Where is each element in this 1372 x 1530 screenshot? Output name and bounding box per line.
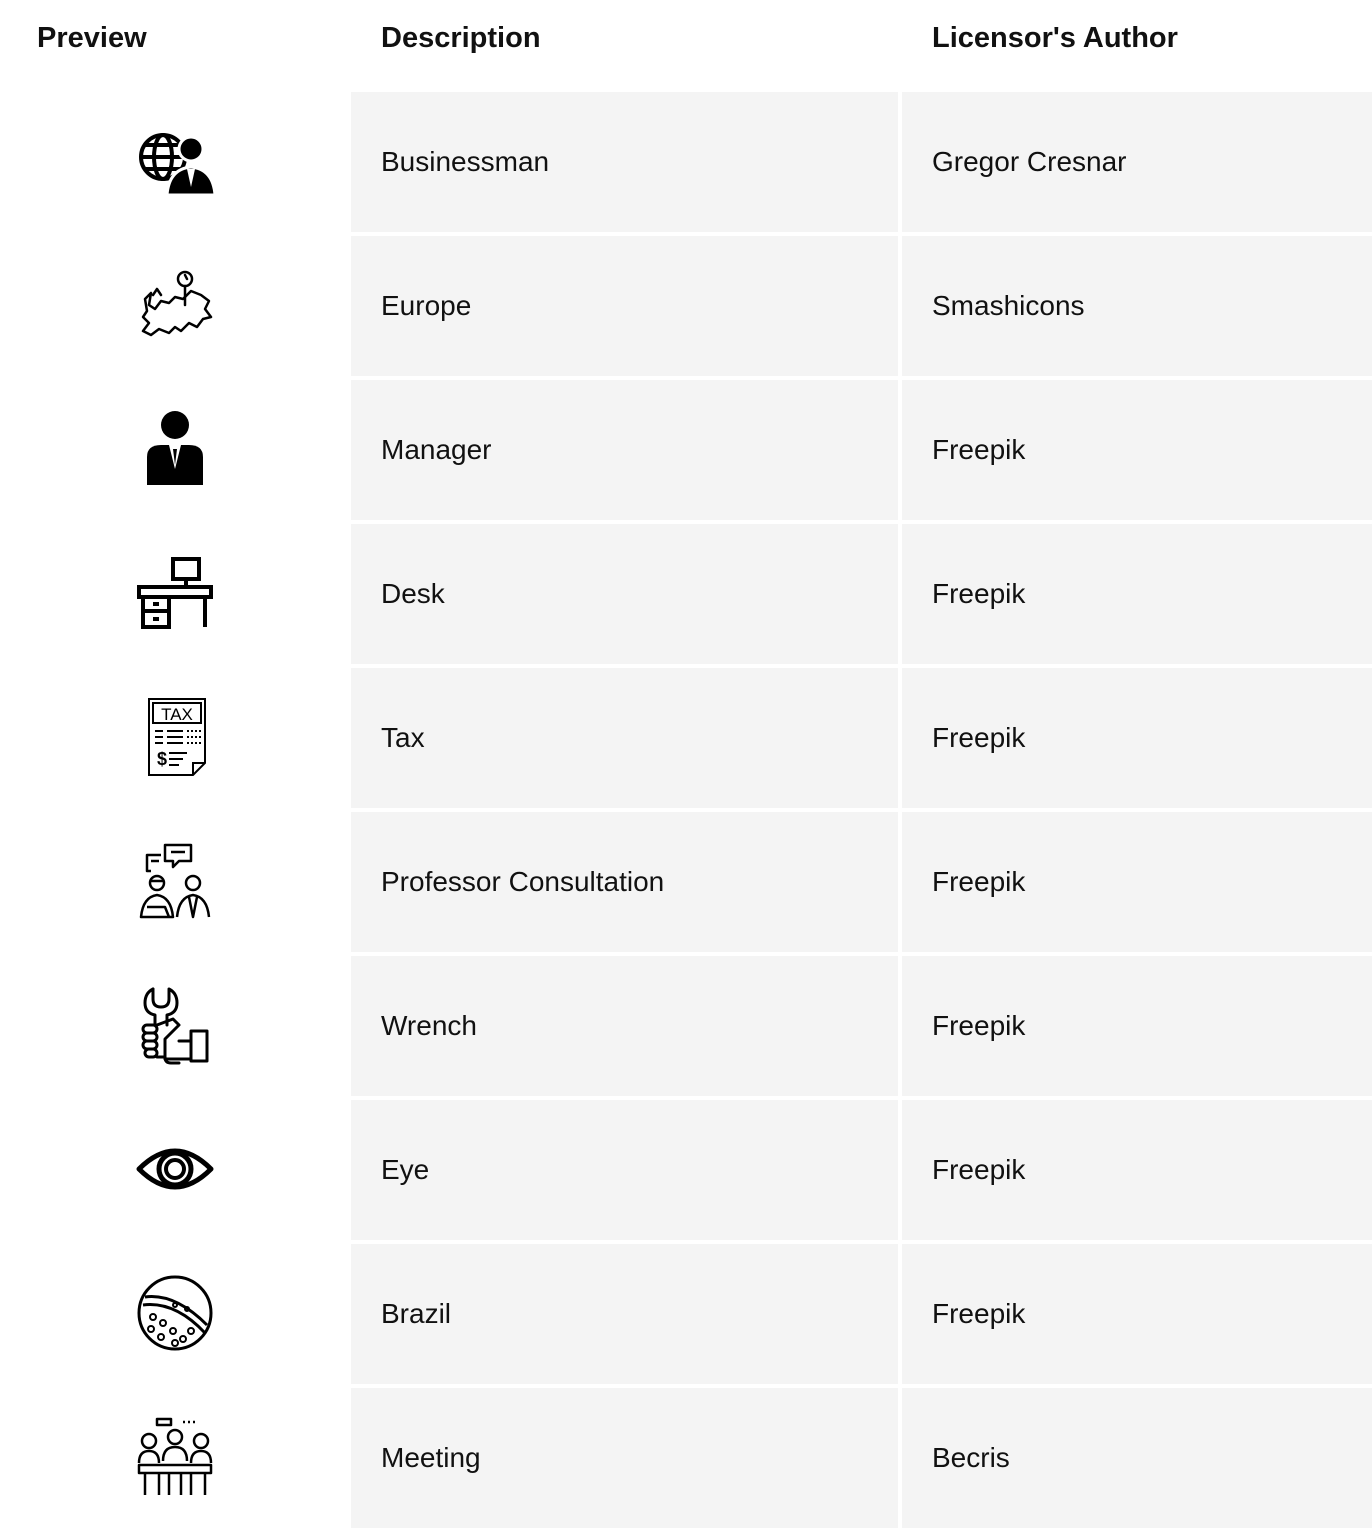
header-preview: Preview	[37, 22, 147, 54]
table-header: Preview Description Licensor's Author	[0, 0, 1372, 90]
wrench-hand-icon	[141, 987, 209, 1065]
brazil-ball-icon	[137, 1275, 213, 1351]
row-description: Wrench	[381, 1010, 477, 1041]
row-author: Gregor Cresnar	[932, 146, 1127, 177]
svg-text:$: $	[157, 749, 167, 769]
row-author: Freepik	[932, 1010, 1026, 1041]
eye-icon	[136, 1148, 214, 1190]
desk-computer-icon	[137, 557, 213, 629]
row-description: Tax	[381, 722, 425, 753]
globe-businessman-icon	[139, 133, 215, 197]
row-description: Businessman	[381, 146, 550, 177]
row-description: Meeting	[381, 1442, 481, 1473]
tax-document-icon: TAX $	[148, 698, 206, 776]
credits-table: Preview Description Licensor's Author Bu…	[0, 0, 1372, 1530]
row-description: Brazil	[381, 1298, 452, 1329]
table-row: Europe Smashicons	[0, 234, 1372, 378]
table-row: Brazil Freepik	[0, 1242, 1372, 1386]
europe-map-pin-icon	[141, 270, 213, 337]
row-author: Freepik	[932, 722, 1026, 753]
row-description: Eye	[381, 1154, 430, 1185]
row-author: Becris	[932, 1442, 1010, 1473]
manager-icon	[147, 411, 203, 485]
tax-icon-text: TAX	[161, 705, 193, 724]
header-author: Licensor's Author	[932, 22, 1178, 54]
row-description: Manager	[381, 434, 492, 465]
row-author: Freepik	[932, 1298, 1026, 1329]
table-row: Professor Consultation Freepik	[0, 810, 1372, 954]
table-row: TAX $ Tax Freepik	[0, 666, 1372, 810]
row-author: Freepik	[932, 434, 1026, 465]
table-row: Eye Freepik	[0, 1098, 1372, 1242]
table-row: Meeting Becris	[0, 1386, 1372, 1530]
row-author: Smashicons	[932, 290, 1085, 321]
header-description: Description	[381, 22, 541, 54]
row-author: Freepik	[932, 1154, 1026, 1185]
row-description: Professor Consultation	[381, 866, 665, 897]
professor-consultation-icon	[139, 843, 211, 919]
table-row: Manager Freepik	[0, 378, 1372, 522]
table-row: Wrench Freepik	[0, 954, 1372, 1098]
table-row: Businessman Gregor Cresnar	[0, 90, 1372, 234]
row-author: Freepik	[932, 866, 1026, 897]
table-row: Desk Freepik	[0, 522, 1372, 666]
row-author: Freepik	[932, 578, 1026, 609]
row-description: Desk	[381, 578, 445, 609]
row-description: Europe	[381, 290, 472, 321]
meeting-icon	[137, 1417, 213, 1495]
